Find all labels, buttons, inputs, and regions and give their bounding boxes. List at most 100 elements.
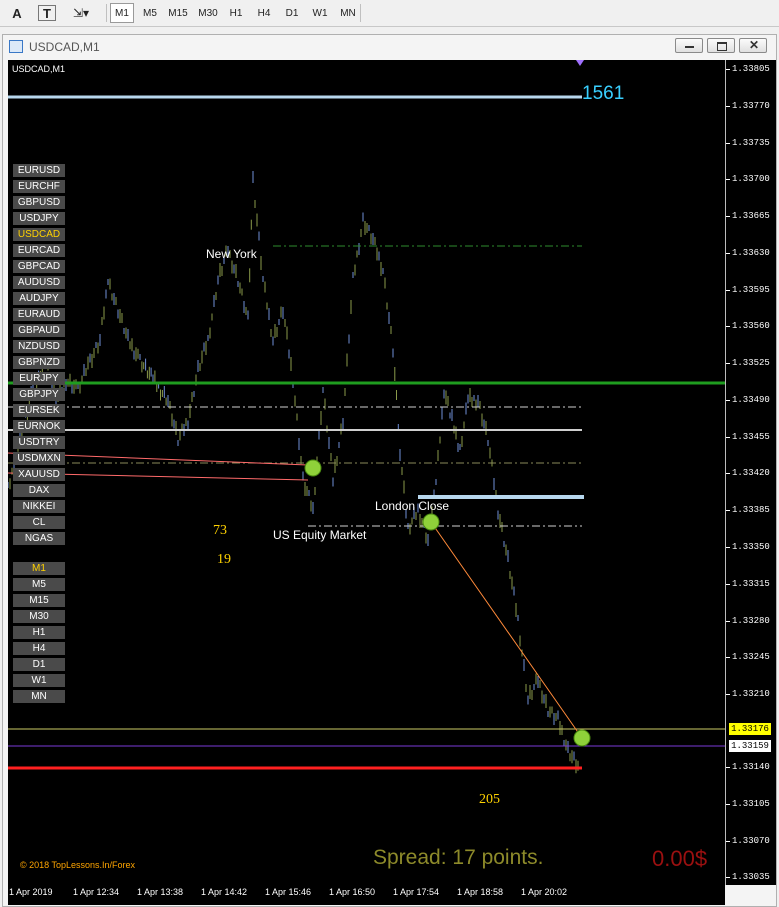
price-label: 1.33245 <box>732 652 770 662</box>
price-tick <box>726 584 730 585</box>
signal-marker-icon <box>304 459 322 477</box>
time-label: 1 Apr 18:58 <box>457 887 504 897</box>
price-label: 1.33350 <box>732 542 770 552</box>
toolbar-timeframe-mn[interactable]: MN <box>336 3 360 23</box>
price-tick <box>726 657 730 658</box>
chart-timeframe-button-w1[interactable]: W1 <box>13 674 65 687</box>
symbol-button-eurchf[interactable]: EURCHF <box>13 180 65 193</box>
toolbar-timeframe-h1[interactable]: H1 <box>224 3 248 23</box>
signal-marker-icon <box>422 513 440 531</box>
us-equity-market-label: US Equity Market <box>273 528 367 542</box>
symbol-button-usdcad[interactable]: USDCAD <box>13 228 65 241</box>
price-label: 1.33490 <box>732 395 770 405</box>
symbol-button-ngas[interactable]: NGAS <box>13 532 65 545</box>
chart-timeframe-button-m15[interactable]: M15 <box>13 594 65 607</box>
price-label: 1.33315 <box>732 579 770 589</box>
toolbar-timeframe-d1[interactable]: D1 <box>280 3 304 23</box>
price-tick <box>726 326 730 327</box>
chart-canvas <box>8 60 725 774</box>
price-tick <box>726 473 730 474</box>
symbol-button-usdjpy[interactable]: USDJPY <box>13 212 65 225</box>
price-tick <box>726 143 730 144</box>
bid-price-badge: 1.33176 <box>729 723 771 735</box>
time-label: 1 Apr 15:46 <box>265 887 312 897</box>
chart-timeframe-button-mn[interactable]: MN <box>13 690 65 703</box>
symbol-button-nzdusd[interactable]: NZDUSD <box>13 340 65 353</box>
chart-timeframe-button-m1[interactable]: M1 <box>13 562 65 575</box>
price-label: 1.33525 <box>732 358 770 368</box>
signal-marker-icon <box>573 729 591 747</box>
time-label: 1 Apr 14:42 <box>201 887 248 897</box>
symbol-button-gbpaud[interactable]: GBPAUD <box>13 324 65 337</box>
chart-symbol-label: USDCAD,M1 <box>12 64 66 74</box>
symbol-button-gbpcad[interactable]: GBPCAD <box>13 260 65 273</box>
symbol-button-cl[interactable]: CL <box>13 516 65 529</box>
price-label: 1.33770 <box>732 101 770 111</box>
scroll-marker-icon <box>576 60 584 66</box>
price-tick <box>726 767 730 768</box>
restore-button[interactable] <box>707 38 735 53</box>
symbol-button-xauusd[interactable]: XAUUSD <box>13 468 65 481</box>
price-label: 1.33420 <box>732 468 770 478</box>
chart-timeframe-button-h1[interactable]: H1 <box>13 626 65 639</box>
symbol-button-dax[interactable]: DAX <box>13 484 65 497</box>
profit-text: 0.00$ <box>652 846 708 871</box>
symbol-button-gbpjpy[interactable]: GBPJPY <box>13 388 65 401</box>
text-tool-icon[interactable]: T <box>38 5 56 21</box>
price-chart[interactable]: USDCAD,M1 EURUSD EURCHF GBPUSD USDJPY USDCAD… <box>8 60 725 885</box>
price-label: 1.33105 <box>732 799 770 809</box>
symbol-button-gbpnzd[interactable]: GBPNZD <box>13 356 65 369</box>
chart-window-icon <box>9 40 23 53</box>
price-tick <box>726 841 730 842</box>
symbol-button-euraud[interactable]: EURAUD <box>13 308 65 321</box>
symbol-button-eursek[interactable]: EURSEK <box>13 404 65 417</box>
symbol-button-usdtry[interactable]: USDTRY <box>13 436 65 449</box>
bar-counter: 1561 <box>582 83 625 104</box>
price-tick <box>726 400 730 401</box>
close-button[interactable]: ✕ <box>739 38 767 53</box>
price-axis: 1.33805 1.33770 1.33735 1.33700 1.33665 1.336… <box>725 60 776 885</box>
toolbar-timeframe-m1[interactable]: M1 <box>110 3 134 23</box>
value-205: 205 <box>479 792 500 807</box>
price-label: 1.33385 <box>732 505 770 515</box>
price-tick <box>726 290 730 291</box>
new-york-label: New York <box>206 247 257 261</box>
price-label: 1.33595 <box>732 285 770 295</box>
symbol-button-nikkei[interactable]: NIKKEI <box>13 500 65 513</box>
symbol-button-usdmxn[interactable]: USDMXN <box>13 452 65 465</box>
symbol-button-eurcad[interactable]: EURCAD <box>13 244 65 257</box>
price-label: 1.33560 <box>732 321 770 331</box>
toolbar-timeframe-h4[interactable]: H4 <box>252 3 276 23</box>
chart-timeframe-button-m5[interactable]: M5 <box>13 578 65 591</box>
symbol-button-eurnok[interactable]: EURNOK <box>13 420 65 433</box>
arrows-tool-icon[interactable]: ⇲▾ <box>66 3 96 23</box>
symbol-button-eurusd[interactable]: EURUSD <box>13 164 65 177</box>
symbol-button-gbpusd[interactable]: GBPUSD <box>13 196 65 209</box>
toolbar-timeframe-m15[interactable]: M15 <box>166 3 190 23</box>
price-tick <box>726 437 730 438</box>
time-label: 1 Apr 16:50 <box>329 887 376 897</box>
toolbar-timeframe-w1[interactable]: W1 <box>308 3 332 23</box>
price-label: 1.33140 <box>732 762 770 772</box>
price-tick <box>726 621 730 622</box>
copyright-text: © 2018 TopLessons.In/Forex <box>20 860 136 870</box>
spread-text: Spread: 17 points. <box>373 846 544 869</box>
price-tick <box>726 69 730 70</box>
symbol-button-audusd[interactable]: AUDUSD <box>13 276 65 289</box>
price-label: 1.33210 <box>732 689 770 699</box>
toolbar-timeframe-m30[interactable]: M30 <box>196 3 220 23</box>
chart-timeframe-button-m30[interactable]: M30 <box>13 610 65 623</box>
time-label: 1 Apr 17:54 <box>393 887 440 897</box>
time-label: 1 Apr 12:34 <box>73 887 120 897</box>
price-tick <box>726 694 730 695</box>
minimize-button[interactable] <box>675 38 703 53</box>
chart-timeframe-button-h4[interactable]: H4 <box>13 642 65 655</box>
symbol-button-eurjpy[interactable]: EURJPY <box>13 372 65 385</box>
chart-timeframe-button-d1[interactable]: D1 <box>13 658 65 671</box>
price-tick <box>726 179 730 180</box>
value-19: 19 <box>217 552 231 567</box>
cursor-icon[interactable]: A <box>8 3 26 23</box>
toolbar-timeframe-m5[interactable]: M5 <box>138 3 162 23</box>
symbol-button-audjpy[interactable]: AUDJPY <box>13 292 65 305</box>
price-tick <box>726 363 730 364</box>
